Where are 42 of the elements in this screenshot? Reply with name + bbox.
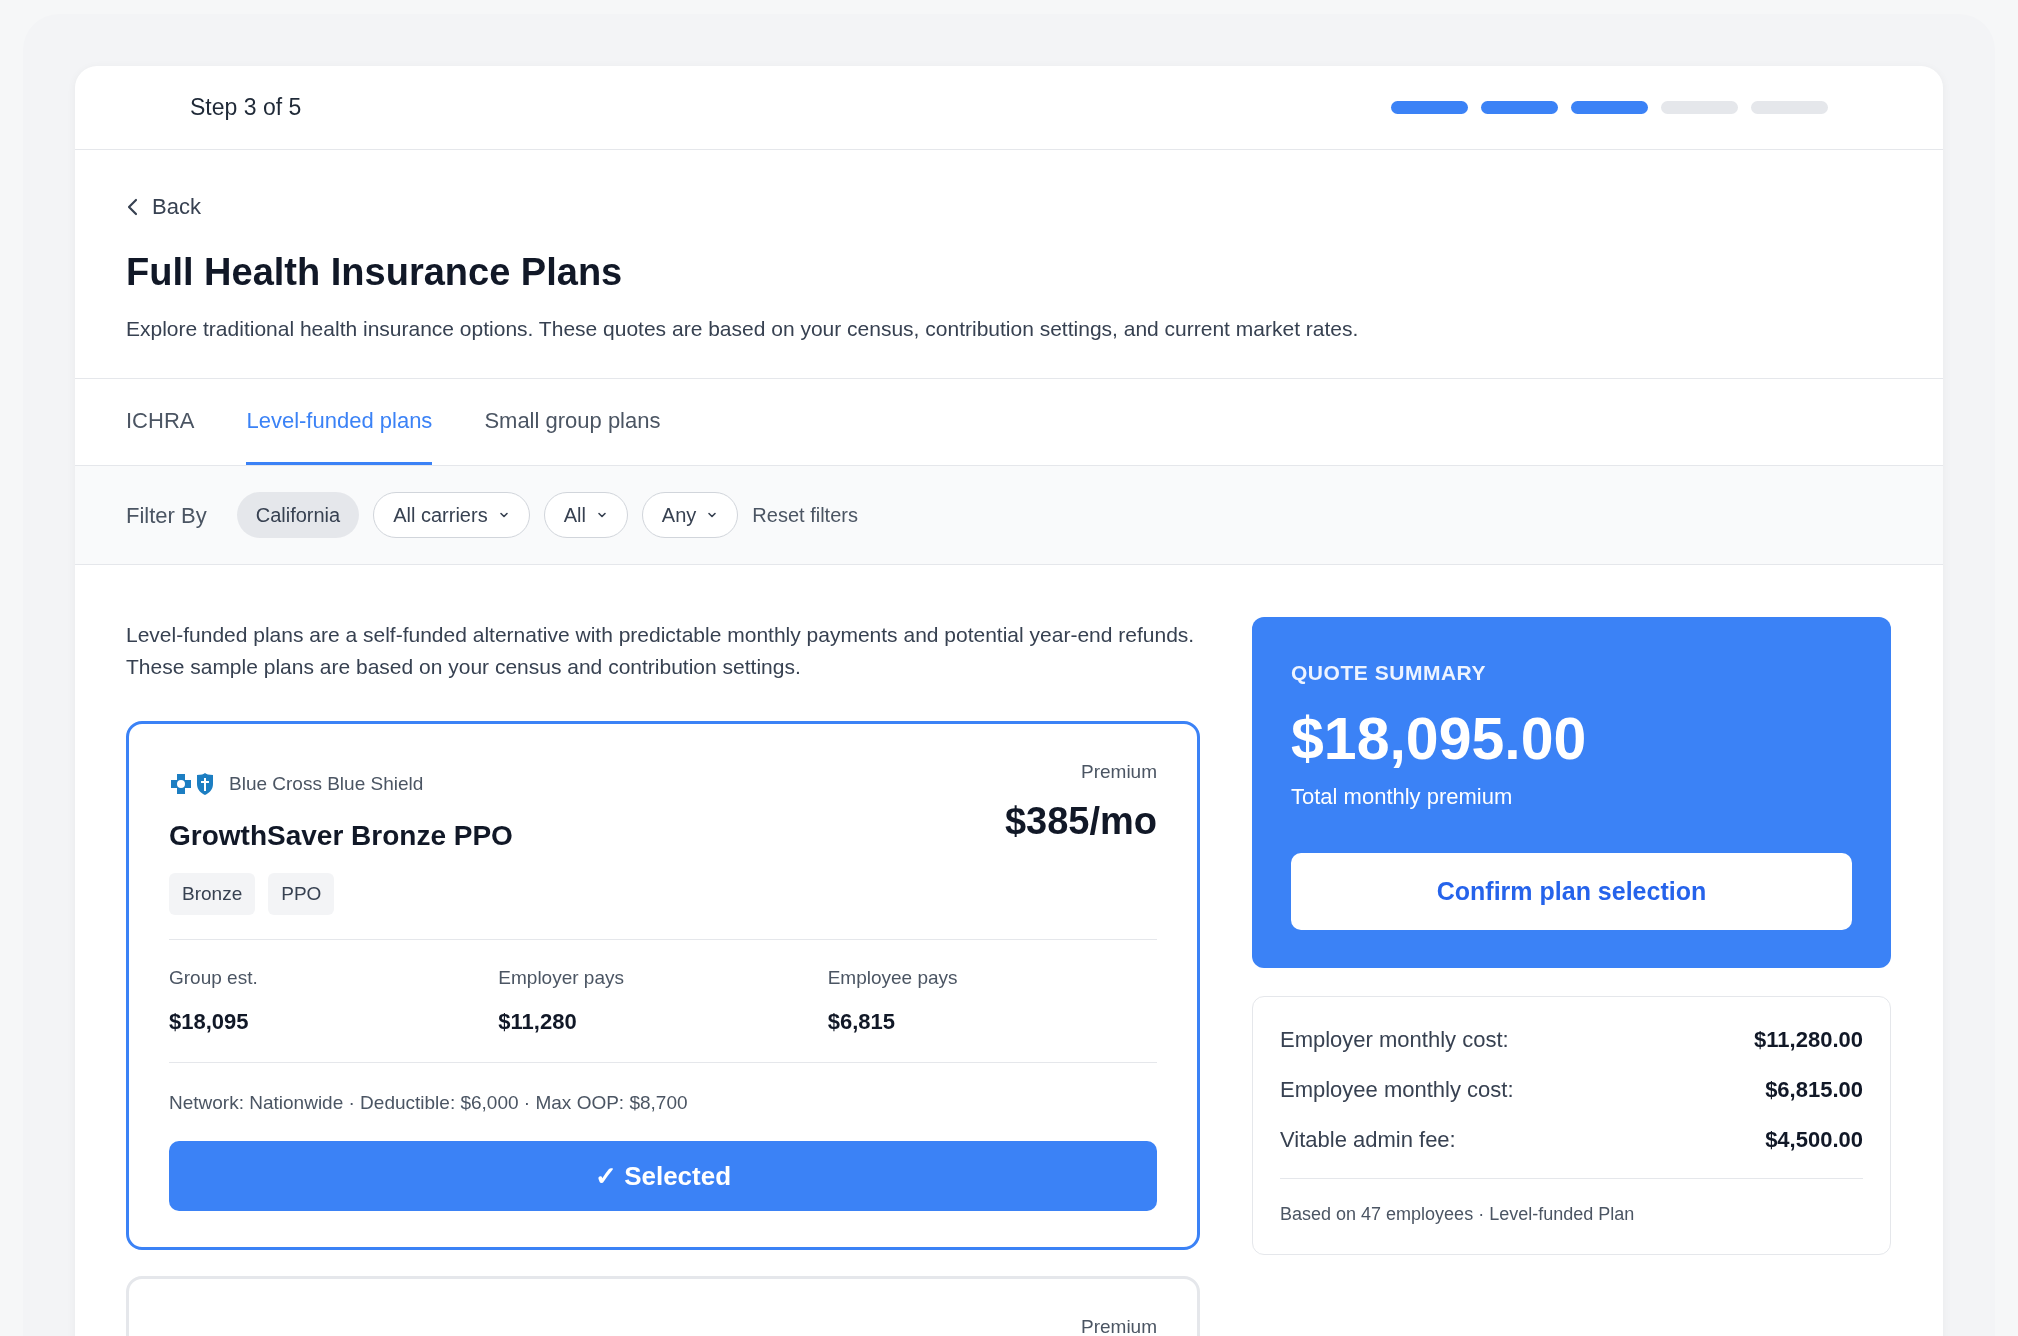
select-plan-button[interactable]: ✓ Selected <box>169 1141 1157 1211</box>
cost-label: Employee monthly cost: <box>1280 1076 1514 1105</box>
stat-value: $6,815 <box>827 1007 896 1036</box>
plan-details: Network: Nationwide · Deductible: $6,000 · Max OOP: $8,700 <box>169 1090 689 1115</box>
cost-value: $4,500.00 <box>1765 1126 1863 1155</box>
intro-text: Level-funded plans are a self-funded alternative with predictable monthly payments and potential year-end refunds. These sample plans are based on your census and contribution settings. <box>126 622 1196 680</box>
premium-label: Premium <box>1081 1315 1157 1336</box>
filter-label: Filter By <box>126 501 207 530</box>
plan-tag: PPO <box>268 872 335 915</box>
cost-value: $6,815.00 <box>1765 1076 1863 1105</box>
confirm-plan-button[interactable]: Confirm plan selection <box>1291 853 1852 931</box>
premium-price: $385/mo <box>1004 798 1157 844</box>
step-indicator: Step 3 of 5 <box>190 93 302 123</box>
summary-total-label: Total monthly premium <box>1291 783 1514 812</box>
stat-value: $11,280 <box>498 1007 578 1036</box>
chevron-left-icon <box>126 197 140 216</box>
cost-footnote: Based on 47 employees · Level-funded Plan <box>1280 1203 1636 1227</box>
reset-filters-link[interactable]: Reset filters <box>752 500 858 530</box>
page-title: Full Health Insurance Plans <box>126 250 624 295</box>
plan-card[interactable] <box>126 721 1200 1250</box>
stat-value: $18,095 <box>169 1007 250 1036</box>
stat-label: Employer pays <box>498 966 625 990</box>
stat-label: Group est. <box>169 966 259 990</box>
filter-dropdown[interactable]: Any <box>641 492 739 538</box>
cost-value: $11,280.00 <box>1754 1026 1863 1055</box>
plan-card[interactable]: Premium <box>126 1276 1200 1336</box>
plan-name: GrowthSaver Bronze PPO <box>169 818 513 853</box>
carrier-name: Blue Cross Blue Shield <box>229 772 424 796</box>
tab[interactable]: ICHRA <box>126 379 195 465</box>
stat-label: Employee pays <box>827 966 959 990</box>
filter-dropdown[interactable]: All <box>543 492 628 538</box>
cost-label: Vitable admin fee: <box>1280 1126 1456 1155</box>
filter-dropdown[interactable]: All carriers <box>373 492 530 538</box>
tab[interactable]: Small group plans <box>484 379 661 465</box>
premium-label: Premium <box>1081 760 1157 784</box>
summary-heading: QUOTE SUMMARY <box>1291 660 1488 686</box>
back-link[interactable]: Back <box>126 190 201 223</box>
summary-total: $18,095.00 <box>1291 704 1588 774</box>
filter-chip[interactable]: California <box>236 492 360 538</box>
plan-tag: Bronze <box>169 872 256 915</box>
page-description: Explore traditional health insurance options. These quotes are based on your census, contribution settings, and current market rates. <box>126 315 1360 342</box>
cost-label: Employer monthly cost: <box>1280 1026 1509 1055</box>
